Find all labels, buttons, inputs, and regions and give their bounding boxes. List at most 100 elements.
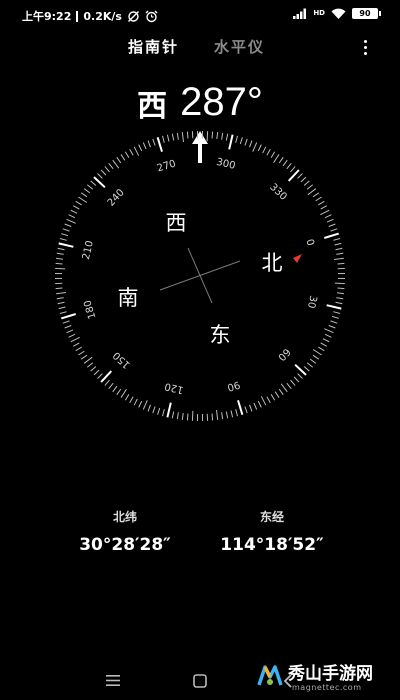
compass-tick (152, 406, 156, 414)
compass-tick (303, 366, 310, 372)
north-marker-icon (293, 254, 302, 263)
compass-tick (228, 134, 234, 150)
compass-tick (278, 156, 284, 164)
compass-tick (56, 252, 64, 255)
compass-tick (129, 396, 134, 404)
degree-label: 240 (106, 187, 127, 208)
compass-tick (260, 396, 267, 406)
compass-tick (64, 325, 72, 329)
longitude-label: 东经 (259, 510, 284, 524)
compass-tick (162, 135, 165, 143)
compass-tick (337, 287, 345, 290)
compass-tick (266, 148, 271, 156)
longitude-value: 114°18′52″ (220, 535, 324, 555)
compass-tick (61, 233, 69, 237)
compass-tick (176, 412, 179, 420)
compass-tick (334, 242, 342, 246)
compass-tick (75, 346, 82, 352)
compass-tick (171, 411, 175, 419)
compass-tick (162, 409, 165, 417)
compass-tick (322, 338, 330, 343)
watermark-url: magnettec.com (292, 683, 362, 692)
compass-tick (147, 404, 151, 412)
compass-tick (181, 132, 184, 143)
degree-label: 180 (82, 299, 98, 320)
compass-tick (270, 394, 276, 401)
degree-label: 150 (111, 349, 132, 370)
degree-label: 60 (275, 346, 292, 363)
compass-tick (303, 180, 310, 186)
compass-tick (133, 146, 140, 156)
degree-label: 270 (156, 158, 177, 174)
compass-tick (62, 320, 70, 324)
compass-tick (336, 297, 344, 300)
compass-tick (326, 218, 334, 223)
compass-tick (186, 131, 189, 139)
compass-tick (225, 133, 229, 141)
degree-label: 30 (305, 294, 319, 309)
compass-tick (331, 315, 339, 319)
cardinal-east: 东 (210, 323, 231, 347)
compass-tick (166, 134, 170, 142)
compass-tick (249, 404, 253, 412)
compass-tick (273, 154, 280, 164)
compass-tick (138, 144, 143, 152)
compass-tick (56, 257, 64, 260)
compass-tick (72, 205, 80, 210)
compass-tick (56, 297, 64, 300)
compass-tick (80, 192, 88, 198)
compass-tick (152, 138, 156, 146)
compass-tick (86, 184, 94, 190)
compass-tick (315, 196, 322, 202)
compass-tick (55, 267, 66, 270)
compass-tick (324, 232, 339, 239)
compass-tick (336, 252, 344, 255)
compass-tick (104, 379, 110, 386)
compass-tick (333, 311, 341, 314)
compass-tick (186, 413, 189, 421)
compass-tick (334, 282, 345, 285)
compass-tick (320, 342, 328, 347)
home-nav-icon[interactable] (193, 674, 207, 688)
compass-tick (90, 366, 97, 372)
compass-tick (324, 333, 332, 338)
compass-tick (70, 336, 80, 343)
compass-tick (83, 188, 91, 194)
compass-tick (138, 400, 143, 408)
degree-label: 300 (215, 157, 236, 172)
compass-tick (181, 412, 184, 420)
compass-tick (120, 388, 127, 398)
compass-tick (166, 402, 172, 418)
compass-tick (78, 196, 88, 203)
compass-tick (100, 169, 107, 176)
compass-tick (58, 242, 74, 248)
menu-nav-icon[interactable] (106, 675, 120, 686)
compass-tick (66, 329, 74, 334)
compass-tick (171, 133, 175, 141)
compass-tick (116, 156, 122, 164)
compass-tick (62, 228, 70, 232)
compass-tick (312, 354, 320, 360)
compass-tick (335, 247, 343, 251)
degree-label: 330 (267, 182, 288, 203)
compass-tick (55, 262, 63, 265)
compass-tick (206, 131, 209, 142)
compass-tick (280, 383, 288, 393)
compass-tick (104, 166, 110, 173)
latitude-label: 北纬 (112, 510, 137, 524)
compass-tick (61, 313, 76, 320)
compass-tick (142, 400, 148, 410)
latitude-block: 北纬 30°28′28″ (50, 508, 200, 555)
compass-tick (129, 148, 134, 156)
compass-tick (278, 388, 284, 396)
compass-tick (57, 301, 65, 305)
compass-tick (225, 411, 229, 419)
compass-tick (266, 396, 271, 404)
compass-tick (57, 247, 65, 251)
watermark-logo-icon (257, 665, 283, 686)
degree-label: 210 (81, 240, 96, 261)
compass-tick (300, 176, 307, 183)
compass-tick (211, 413, 214, 421)
compass-tick (282, 159, 288, 167)
compass-tick (333, 257, 344, 260)
